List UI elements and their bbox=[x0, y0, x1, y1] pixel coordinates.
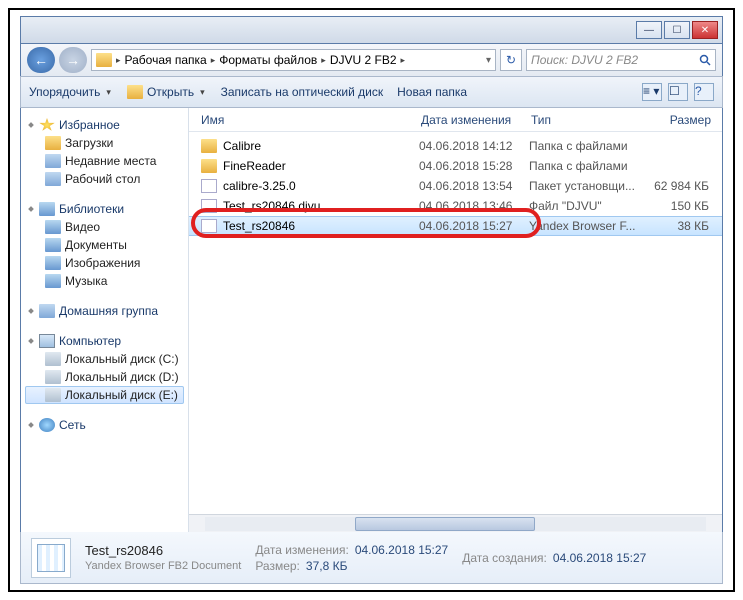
folder-icon bbox=[96, 53, 112, 67]
sidebar-item-documents[interactable]: Документы bbox=[25, 236, 184, 254]
details-size-value: 37,8 КБ bbox=[306, 559, 348, 573]
image-icon bbox=[45, 256, 61, 270]
sidebar-homegroup[interactable]: Домашняя группа bbox=[25, 302, 184, 320]
search-placeholder: Поиск: DJVU 2 FB2 bbox=[531, 53, 638, 67]
navigation-pane: Избранное Загрузки Недавние места Рабочи… bbox=[21, 108, 189, 532]
file-row[interactable]: calibre-3.25.0 04.06.2018 13:54 Пакет ус… bbox=[189, 176, 722, 196]
sidebar-favorites[interactable]: Избранное bbox=[25, 116, 184, 134]
details-modified-value: 04.06.2018 15:27 bbox=[355, 543, 448, 557]
search-input[interactable]: Поиск: DJVU 2 FB2 bbox=[526, 49, 716, 71]
sidebar-item-desktop[interactable]: Рабочий стол bbox=[25, 170, 184, 188]
homegroup-icon bbox=[39, 304, 55, 318]
file-type-icon bbox=[31, 538, 71, 578]
sidebar-item-music[interactable]: Музыка bbox=[25, 272, 184, 290]
search-icon bbox=[699, 54, 711, 66]
file-icon bbox=[201, 219, 217, 233]
sidebar-item-downloads[interactable]: Загрузки bbox=[25, 134, 184, 152]
sidebar-item-recent[interactable]: Недавние места bbox=[25, 152, 184, 170]
column-name[interactable]: Имя bbox=[201, 113, 421, 127]
column-size[interactable]: Размер bbox=[641, 113, 711, 127]
video-icon bbox=[45, 220, 61, 234]
file-list: Calibre 04.06.2018 14:12 Папка с файлами… bbox=[189, 132, 722, 514]
breadcrumb-segment[interactable]: DJVU 2 FB2 bbox=[330, 53, 397, 67]
sidebar-item-drive-d[interactable]: Локальный диск (D:) bbox=[25, 368, 184, 386]
drive-icon bbox=[45, 352, 61, 366]
details-size-label: Размер: bbox=[255, 559, 300, 573]
folder-icon bbox=[201, 139, 217, 153]
sidebar-item-drive-e[interactable]: Локальный диск (E:) bbox=[25, 386, 184, 404]
details-created-label: Дата создания: bbox=[462, 551, 547, 565]
details-pane: Test_rs20846 Yandex Browser FB2 Document… bbox=[20, 532, 723, 584]
navbar: ← → ▸ Рабочая папка ▸ Форматы файлов ▸ D… bbox=[20, 44, 723, 76]
sidebar-item-drive-c[interactable]: Локальный диск (C:) bbox=[25, 350, 184, 368]
maximize-button[interactable]: ☐ bbox=[664, 21, 690, 39]
toolbar: Упорядочить ▾ Открыть ▾ Записать на опти… bbox=[20, 76, 723, 108]
chevron-right-icon: ▸ bbox=[399, 55, 408, 66]
installer-icon bbox=[201, 179, 217, 193]
back-button[interactable]: ← bbox=[27, 47, 55, 73]
breadcrumb[interactable]: ▸ Рабочая папка ▸ Форматы файлов ▸ DJVU … bbox=[91, 49, 496, 71]
chevron-right-icon: ▸ bbox=[209, 55, 218, 66]
close-button[interactable]: ✕ bbox=[692, 21, 718, 39]
burn-button[interactable]: Записать на оптический диск bbox=[221, 85, 384, 99]
file-row[interactable]: Calibre 04.06.2018 14:12 Папка с файлами bbox=[189, 136, 722, 156]
file-pane: Имя Дата изменения Тип Размер Calibre 04… bbox=[189, 108, 722, 532]
details-filetype: Yandex Browser FB2 Document bbox=[85, 560, 241, 572]
computer-icon bbox=[39, 334, 55, 348]
column-type[interactable]: Тип bbox=[531, 113, 641, 127]
sidebar-libraries[interactable]: Библиотеки bbox=[25, 200, 184, 218]
sidebar-network[interactable]: Сеть bbox=[25, 416, 184, 434]
folder-icon bbox=[201, 159, 217, 173]
details-modified-label: Дата изменения: bbox=[255, 543, 349, 557]
file-row-selected[interactable]: Test_rs20846 04.06.2018 15:27 Yandex Bro… bbox=[189, 216, 722, 236]
body: Избранное Загрузки Недавние места Рабочи… bbox=[20, 108, 723, 532]
column-date[interactable]: Дата изменения bbox=[421, 113, 531, 127]
preview-pane-button[interactable]: ☐ bbox=[668, 83, 688, 101]
scroll-track[interactable] bbox=[205, 517, 706, 531]
open-icon bbox=[127, 85, 143, 99]
breadcrumb-segment[interactable]: Рабочая папка bbox=[125, 53, 207, 67]
refresh-button[interactable]: ↻ bbox=[500, 49, 522, 71]
folder-icon bbox=[45, 136, 61, 150]
explorer-window: — ☐ ✕ ← → ▸ Рабочая папка ▸ Форматы файл… bbox=[20, 16, 723, 584]
view-options-button[interactable]: ≡ ▾ bbox=[642, 83, 662, 101]
breadcrumb-segment[interactable]: Форматы файлов bbox=[219, 53, 317, 67]
library-icon bbox=[39, 202, 55, 216]
music-icon bbox=[45, 274, 61, 288]
details-filename: Test_rs20846 bbox=[85, 543, 241, 558]
file-row[interactable]: Test_rs20846.djvu 04.06.2018 13:46 Файл … bbox=[189, 196, 722, 216]
drive-icon bbox=[45, 370, 61, 384]
sidebar-computer[interactable]: Компьютер bbox=[25, 332, 184, 350]
scroll-thumb[interactable] bbox=[355, 517, 535, 531]
help-button[interactable]: ? bbox=[694, 83, 714, 101]
dropdown-icon[interactable]: ▾ bbox=[486, 55, 491, 66]
sidebar-item-pictures[interactable]: Изображения bbox=[25, 254, 184, 272]
recent-icon bbox=[45, 154, 61, 168]
new-folder-button[interactable]: Новая папка bbox=[397, 85, 467, 99]
chevron-right-icon: ▸ bbox=[114, 55, 123, 66]
file-icon bbox=[201, 199, 217, 213]
details-created-value: 04.06.2018 15:27 bbox=[553, 551, 646, 565]
organize-menu[interactable]: Упорядочить ▾ bbox=[29, 85, 113, 99]
document-icon bbox=[45, 238, 61, 252]
open-button[interactable]: Открыть ▾ bbox=[127, 85, 207, 99]
drive-icon bbox=[45, 388, 61, 402]
horizontal-scrollbar[interactable] bbox=[189, 514, 722, 532]
minimize-button[interactable]: — bbox=[636, 21, 662, 39]
chevron-right-icon: ▸ bbox=[319, 55, 328, 66]
network-icon bbox=[39, 418, 55, 432]
star-icon bbox=[39, 118, 55, 132]
forward-button[interactable]: → bbox=[59, 47, 87, 73]
desktop-icon bbox=[45, 172, 61, 186]
column-headers: Имя Дата изменения Тип Размер bbox=[189, 108, 722, 132]
titlebar: — ☐ ✕ bbox=[20, 16, 723, 44]
sidebar-item-video[interactable]: Видео bbox=[25, 218, 184, 236]
file-row[interactable]: FineReader 04.06.2018 15:28 Папка с файл… bbox=[189, 156, 722, 176]
